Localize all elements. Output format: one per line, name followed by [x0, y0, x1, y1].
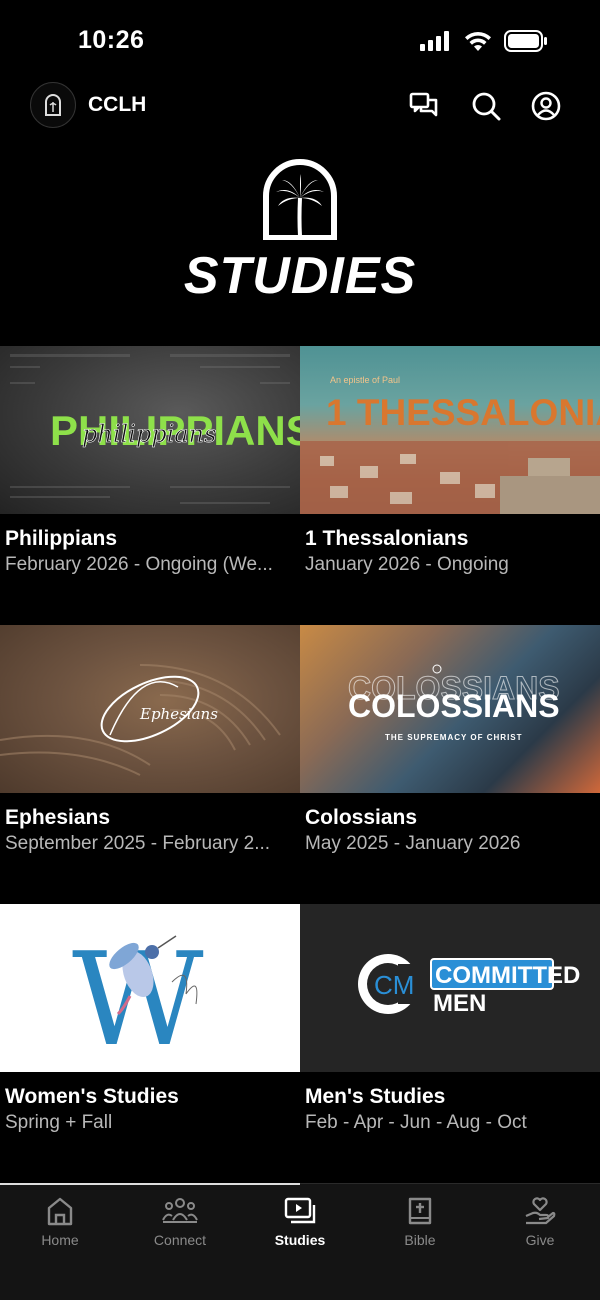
tab-studies[interactable]: Studies: [240, 1196, 360, 1266]
tab-label: Connect: [153, 1232, 207, 1248]
study-dates: May 2025 - January 2026: [305, 833, 521, 854]
study-card-mens-studies[interactable]: CM COMMITTED MEN Men's Studies Feb - Apr…: [300, 904, 600, 1182]
thumb-small-text: An epistle of Paul: [330, 375, 400, 385]
tab-home[interactable]: Home: [0, 1196, 120, 1266]
study-dates: January 2026 - Ongoing: [305, 554, 509, 575]
study-title: 1 Thessalonians: [305, 527, 469, 550]
chat-icon[interactable]: [408, 90, 440, 122]
thumb-text: COLOSSIANS: [348, 688, 560, 724]
study-thumbnail: Ephesians: [0, 625, 300, 793]
tab-label: Bible: [404, 1232, 436, 1248]
study-title: Men's Studies: [305, 1085, 446, 1108]
church-logo[interactable]: [30, 82, 76, 128]
scroll-indicator: [0, 1183, 300, 1185]
tab-label: Home: [41, 1232, 79, 1248]
status-bar: 10:26: [0, 0, 600, 80]
battery-icon: [504, 30, 547, 52]
status-icons: [420, 30, 548, 52]
study-card-ephesians[interactable]: Ephesians Ephesians September 2025 - Feb…: [0, 625, 300, 903]
tab-label: Studies: [274, 1232, 326, 1248]
study-title: Colossians: [305, 806, 418, 829]
study-thumbnail: W: [0, 904, 300, 1072]
thumb-script: philippians: [82, 420, 216, 448]
study-thumbnail: PHILIPPIANS philippians: [0, 346, 300, 514]
tab-bar: Home Connect Studies Bible Give: [0, 1183, 600, 1300]
tab-connect[interactable]: Connect: [120, 1196, 240, 1266]
cellular-signal-icon: [420, 31, 449, 51]
study-dates: September 2025 - February 2...: [5, 833, 271, 854]
study-title: Philippians: [5, 527, 118, 550]
app-header: CCLH: [0, 80, 600, 132]
video-library-icon: [284, 1197, 316, 1224]
study-thumbnail: CM COMMITTED MEN: [300, 904, 600, 1072]
study-card-1-thessalonians[interactable]: An epistle of Paul 1 THESSALONIANS 1 The…: [300, 346, 600, 624]
study-card-womens-studies[interactable]: W Women's Studies Spring + Fall: [0, 904, 300, 1182]
thumbnail-art: COLOSSIANS COLOSSIANS THE SUPREMACY OF C…: [348, 664, 560, 742]
thumbnail-art: W: [72, 926, 204, 1072]
church-logo-icon: [45, 94, 61, 116]
study-card-philippians[interactable]: PHILIPPIANS philippians Philippians Febr…: [0, 346, 300, 624]
status-time: 10:26: [78, 26, 145, 54]
thumb-script: Ephesians: [139, 705, 218, 723]
bible-icon: [408, 1197, 432, 1225]
tab-bible[interactable]: Bible: [360, 1196, 480, 1266]
thumbnail-art: Ephesians: [0, 664, 281, 776]
profile-icon[interactable]: [530, 90, 562, 122]
hero-title: STUDIES: [183, 247, 417, 305]
thumb-text: 1 THESSALONIANS: [326, 392, 600, 433]
study-dates: Feb - Apr - Jun - Aug - Oct: [305, 1112, 527, 1133]
tab-label: Give: [525, 1232, 555, 1248]
people-icon: [162, 1198, 198, 1223]
search-icon[interactable]: [470, 90, 502, 122]
thumb-small-text: THE SUPREMACY OF CHRIST: [385, 733, 523, 742]
app-name: CCLH: [88, 93, 147, 116]
palm-arch-icon: [263, 159, 337, 240]
thumb-text: COMMITTED: [435, 962, 580, 989]
thumb-text-2: MEN: [433, 990, 486, 1017]
studies-hero: STUDIES: [0, 158, 600, 308]
study-dates: Spring + Fall: [5, 1112, 113, 1133]
study-title: Women's Studies: [5, 1085, 179, 1108]
give-heart-hand-icon: [525, 1197, 556, 1225]
study-thumbnail: An epistle of Paul 1 THESSALONIANS: [300, 346, 600, 514]
tab-give[interactable]: Give: [480, 1196, 600, 1266]
home-icon: [47, 1197, 73, 1226]
wifi-icon: [465, 31, 491, 51]
thumb-badge: CM: [374, 970, 414, 1000]
thumbnail-art: PHILIPPIANS philippians: [10, 354, 300, 504]
study-dates: February 2026 - Ongoing (We...: [5, 554, 273, 575]
thumbnail-art: An epistle of Paul 1 THESSALONIANS: [300, 375, 600, 514]
study-thumbnail: COLOSSIANS COLOSSIANS THE SUPREMACY OF C…: [300, 625, 600, 793]
study-title: Ephesians: [5, 806, 111, 829]
study-card-colossians[interactable]: COLOSSIANS COLOSSIANS THE SUPREMACY OF C…: [300, 625, 600, 903]
thumbnail-art: CM COMMITTED MEN: [358, 954, 580, 1017]
